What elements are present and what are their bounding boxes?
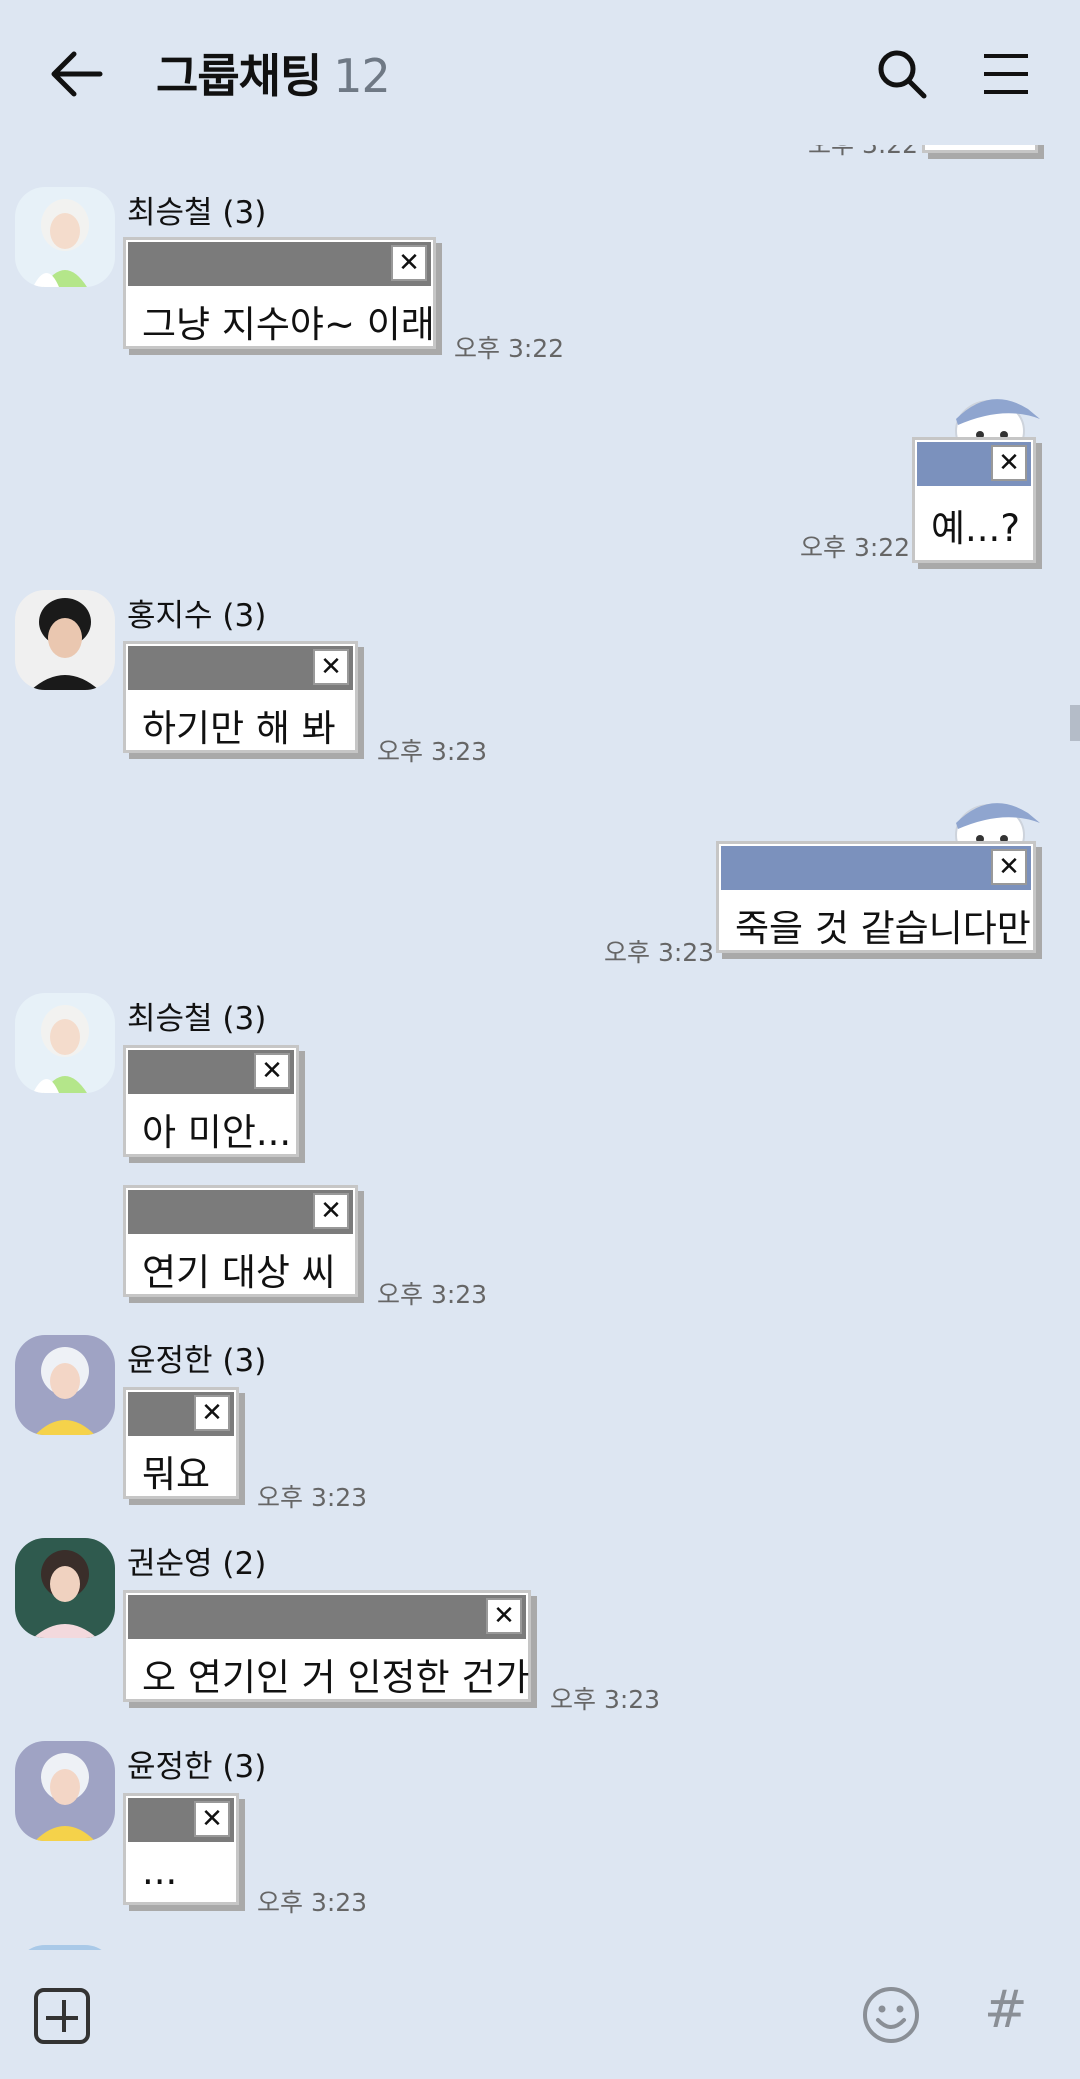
sender-name: 최승철 (3): [127, 195, 267, 231]
message-text: 아 미안...: [142, 1111, 292, 1154]
close-icon: ✕: [991, 849, 1027, 885]
message-time: 오후 3:22: [808, 145, 918, 161]
message-text: 뭐요: [142, 1453, 211, 1496]
message-text: ...: [142, 1850, 178, 1893]
message-time: 오후 3:22: [800, 533, 911, 562]
message-time: 오후 3:22: [454, 334, 565, 363]
hashtag-icon[interactable]: #: [984, 1980, 1028, 2040]
message-bubble[interactable]: ✕ 뭐요: [123, 1387, 239, 1499]
avatar[interactable]: [15, 187, 115, 287]
avatar[interactable]: [15, 1538, 115, 1638]
message-text: 하기만 해 봐: [142, 707, 336, 750]
message-text: 연기 대상 씨: [142, 1251, 336, 1294]
message-time: 오후 3:23: [377, 1280, 488, 1309]
sender-name: 권순영 (2): [127, 1546, 267, 1582]
chat-title: 그룹채팅: [156, 49, 322, 103]
plus-square-icon[interactable]: [34, 1988, 90, 2044]
back-arrow-icon[interactable]: [48, 48, 104, 100]
member-count: 12: [333, 49, 391, 103]
avatar[interactable]: [15, 590, 115, 690]
message-bubble[interactable]: ✕ 하기만 해 봐: [123, 641, 358, 753]
message-bubble[interactable]: ✕ 오 연기인 거 인정한 건가: [123, 1590, 531, 1702]
message-time: 오후 3:23: [257, 1483, 368, 1512]
scrollbar-thumb[interactable]: [1070, 705, 1080, 741]
avatar[interactable]: [15, 1741, 115, 1841]
message-bubble[interactable]: ✕ 죽을 것 같습니다만: [716, 841, 1036, 953]
message-bubble[interactable]: ✕ 연기 대상 씨: [123, 1185, 358, 1297]
avatar[interactable]: [15, 1335, 115, 1435]
close-icon: ✕: [194, 1395, 230, 1431]
close-icon: ✕: [391, 245, 427, 281]
sender-name: 홍지수 (3): [127, 598, 267, 634]
search-icon[interactable]: [876, 48, 928, 100]
input-bar: #: [0, 1950, 1080, 2079]
message-text: 오 연기인 거 인정한 건가: [142, 1656, 530, 1699]
sender-name: 윤정한 (3): [127, 1343, 267, 1379]
message-text: 죽을 것 같습니다만: [735, 907, 1031, 950]
close-icon: ✕: [313, 1193, 349, 1229]
message-time: 오후 3:23: [257, 1888, 368, 1917]
emoji-icon[interactable]: [862, 1986, 920, 2044]
message-text: 그냥 지수야~ 이래: [142, 303, 435, 346]
menu-icon[interactable]: [982, 52, 1030, 96]
message-bubble[interactable]: ✕ 아 미안...: [123, 1045, 299, 1157]
message-time: 오후 3:23: [550, 1685, 661, 1714]
sender-name: 최승철 (3): [127, 1001, 267, 1037]
message-time: 오후 3:23: [604, 938, 715, 967]
close-icon: ✕: [194, 1801, 230, 1837]
close-icon: ✕: [991, 445, 1027, 481]
message-text: 예...?: [931, 507, 1020, 550]
message-bubble[interactable]: ✕ ...: [123, 1793, 239, 1905]
page-title: 그룹채팅 12: [156, 40, 391, 106]
close-icon: ✕: [254, 1053, 290, 1089]
avatar[interactable]: [15, 993, 115, 1093]
message-bubble[interactable]: ✕ 예...?: [912, 437, 1036, 563]
sender-name: 윤정한 (3): [127, 1749, 267, 1785]
close-icon: ✕: [486, 1598, 522, 1634]
message-bubble: [922, 145, 1038, 153]
message-bubble[interactable]: ✕ 그냥 지수야~ 이래: [123, 237, 436, 349]
close-icon: ✕: [313, 649, 349, 685]
chat-message-list[interactable]: 오후 3:22 최승철 (3) ✕ 그냥 지수야~ 이래 오후 3:22 ✕ 예…: [0, 145, 1080, 1950]
message-time: 오후 3:23: [377, 737, 488, 766]
chat-header: 그룹채팅 12: [0, 0, 1080, 145]
